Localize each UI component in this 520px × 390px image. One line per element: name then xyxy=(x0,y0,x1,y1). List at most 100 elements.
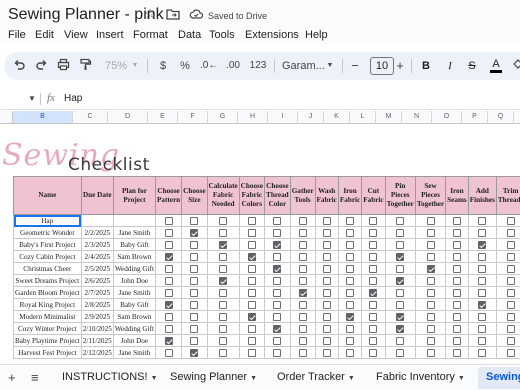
unchecked-checkbox[interactable] xyxy=(452,240,461,249)
unchecked-checkbox[interactable] xyxy=(298,336,307,345)
checkbox-cell[interactable] xyxy=(154,322,183,335)
unchecked-checkbox[interactable] xyxy=(322,288,331,297)
checkbox-cell[interactable] xyxy=(181,274,208,287)
checked-checkbox[interactable] xyxy=(478,240,487,249)
checkbox-cell[interactable] xyxy=(238,298,266,311)
checkbox-cell[interactable] xyxy=(264,346,291,359)
checkbox-cell[interactable] xyxy=(495,214,520,227)
checkbox-cell[interactable] xyxy=(154,238,183,251)
unchecked-checkbox[interactable] xyxy=(452,288,461,297)
unchecked-checkbox[interactable] xyxy=(190,312,199,321)
unchecked-checkbox[interactable] xyxy=(396,240,405,249)
unchecked-checkbox[interactable] xyxy=(506,300,515,309)
checkbox-cell[interactable] xyxy=(384,322,416,335)
due-date-cell[interactable]: 2/12/2025 xyxy=(80,346,114,359)
checked-checkbox[interactable] xyxy=(190,348,199,357)
checkbox-cell[interactable] xyxy=(361,238,386,251)
unchecked-checkbox[interactable] xyxy=(346,264,355,273)
plan-cell[interactable]: Jane Smith xyxy=(112,226,157,239)
column-header-d[interactable]: D xyxy=(108,111,148,124)
unchecked-checkbox[interactable] xyxy=(506,216,515,225)
header-cell[interactable]: Cut Fabric xyxy=(361,176,386,215)
checkbox-cell[interactable] xyxy=(181,322,208,335)
checkbox-cell[interactable] xyxy=(154,334,183,347)
unchecked-checkbox[interactable] xyxy=(396,288,405,297)
unchecked-checkbox[interactable] xyxy=(247,348,256,357)
checkbox-cell[interactable] xyxy=(445,322,469,335)
unchecked-checkbox[interactable] xyxy=(396,264,405,273)
unchecked-checkbox[interactable] xyxy=(426,300,435,309)
unchecked-checkbox[interactable] xyxy=(322,312,331,321)
checkbox-cell[interactable] xyxy=(264,226,291,239)
unchecked-checkbox[interactable] xyxy=(369,252,378,261)
project-name-cell[interactable]: Sweet Dreams Project xyxy=(13,274,82,287)
checkbox-cell[interactable] xyxy=(314,298,339,311)
checked-checkbox[interactable] xyxy=(369,288,378,297)
checkbox-cell[interactable] xyxy=(445,250,469,263)
checkbox-cell[interactable] xyxy=(445,262,469,275)
plan-cell[interactable]: Baby Gift xyxy=(112,238,157,251)
column-header-q[interactable]: Q xyxy=(488,111,514,124)
tab-chevron-icon[interactable]: ▼ xyxy=(348,375,355,382)
header-cell[interactable]: Choose Pattern xyxy=(154,176,183,215)
cloud-saved-icon[interactable] xyxy=(189,7,204,21)
checkbox-cell[interactable] xyxy=(181,214,208,227)
checkbox-cell[interactable] xyxy=(384,262,416,275)
checkbox-cell[interactable] xyxy=(206,322,240,335)
unchecked-checkbox[interactable] xyxy=(164,348,173,357)
column-header-h[interactable]: H xyxy=(238,111,268,124)
checkbox-cell[interactable] xyxy=(384,226,416,239)
unchecked-checkbox[interactable] xyxy=(426,324,435,333)
select-all-corner[interactable] xyxy=(0,111,13,124)
tab-sewing-active[interactable]: Sewing xyxy=(478,367,520,389)
unchecked-checkbox[interactable] xyxy=(298,300,307,309)
checkbox-cell[interactable] xyxy=(467,298,497,311)
checkbox-cell[interactable] xyxy=(181,286,208,299)
checkbox-cell[interactable] xyxy=(337,334,363,347)
font-chevron-icon[interactable]: ▼ xyxy=(326,58,334,74)
checkbox-cell[interactable] xyxy=(314,262,339,275)
unchecked-checkbox[interactable] xyxy=(164,276,173,285)
checkbox-cell[interactable] xyxy=(361,310,386,323)
checkbox-cell[interactable] xyxy=(314,250,339,263)
checkbox-cell[interactable] xyxy=(206,334,240,347)
checkbox-cell[interactable] xyxy=(154,250,183,263)
plan-cell[interactable]: John Doe xyxy=(112,274,157,287)
checkbox-cell[interactable] xyxy=(181,334,208,347)
checkbox-cell[interactable] xyxy=(414,310,447,323)
column-header-j[interactable]: J xyxy=(298,111,324,124)
checked-checkbox[interactable] xyxy=(219,240,228,249)
unchecked-checkbox[interactable] xyxy=(426,336,435,345)
column-header-b[interactable]: B xyxy=(13,111,73,124)
checked-checkbox[interactable] xyxy=(478,300,487,309)
unchecked-checkbox[interactable] xyxy=(346,336,355,345)
checked-checkbox[interactable] xyxy=(273,324,282,333)
unchecked-checkbox[interactable] xyxy=(273,276,282,285)
unchecked-checkbox[interactable] xyxy=(396,300,405,309)
checkbox-cell[interactable] xyxy=(445,214,469,227)
unchecked-checkbox[interactable] xyxy=(369,228,378,237)
checkbox-cell[interactable] xyxy=(361,262,386,275)
checkbox-cell[interactable] xyxy=(384,298,416,311)
project-name-cell[interactable]: Harvest Fest Project xyxy=(13,346,82,359)
checkbox-cell[interactable] xyxy=(467,226,497,239)
checkbox-cell[interactable] xyxy=(414,346,447,359)
checkbox-cell[interactable] xyxy=(238,334,266,347)
checkbox-cell[interactable] xyxy=(206,286,240,299)
unchecked-checkbox[interactable] xyxy=(346,300,355,309)
unchecked-checkbox[interactable] xyxy=(426,216,435,225)
project-name-cell[interactable]: Garden Bloom Project xyxy=(13,286,82,299)
unchecked-checkbox[interactable] xyxy=(346,276,355,285)
checked-checkbox[interactable] xyxy=(346,312,355,321)
unchecked-checkbox[interactable] xyxy=(190,216,199,225)
plan-cell[interactable]: Wedding Gift xyxy=(112,322,157,335)
checkbox-cell[interactable] xyxy=(238,238,266,251)
checkbox-cell[interactable] xyxy=(289,322,316,335)
due-date-cell[interactable]: 2/9/2025 xyxy=(80,310,114,323)
unchecked-checkbox[interactable] xyxy=(273,252,282,261)
italic-button[interactable]: I xyxy=(444,58,456,74)
all-sheets-icon[interactable]: ≡ xyxy=(31,370,39,385)
checkbox-cell[interactable] xyxy=(289,310,316,323)
checkbox-cell[interactable] xyxy=(314,274,339,287)
checkbox-cell[interactable] xyxy=(495,238,520,251)
